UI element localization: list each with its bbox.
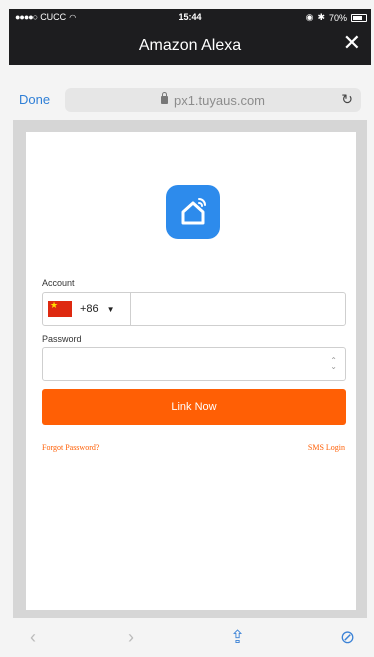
sms-login-link[interactable]: SMS Login — [308, 443, 345, 452]
window-title: Amazon Alexa — [138, 37, 242, 54]
close-button[interactable]: ✕ — [343, 32, 361, 54]
battery-icon — [351, 13, 367, 22]
account-field[interactable]: +86 ▼ — [42, 292, 346, 326]
stepper-icon: ⌃ ⌄ — [330, 356, 337, 371]
china-flag-icon — [48, 300, 72, 317]
screen: ●●●●○ CUCC ◠ 15:44 ◉ ✱ 70% Amazon Alexa … — [0, 0, 374, 657]
reload-icon[interactable]: ↻ — [341, 91, 353, 108]
browser-toolbar: ‹ › ⇪ ⊘ — [0, 622, 374, 657]
chevron-right-icon[interactable]: › — [128, 627, 134, 648]
country-code-selector[interactable]: +86 ▼ — [43, 293, 131, 325]
battery-percent: 70% — [328, 12, 347, 23]
app-logo — [166, 185, 220, 239]
url-field[interactable]: px1.tuyaus.com ↻ — [65, 88, 361, 112]
share-icon[interactable]: ⇪ — [230, 627, 245, 648]
chevron-left-icon[interactable]: ‹ — [30, 627, 36, 648]
caret-down-icon: ▼ — [106, 304, 115, 314]
password-label: Password — [42, 334, 82, 344]
title-bar: ●●●●○ CUCC ◠ 15:44 ◉ ✱ 70% Amazon Alexa … — [9, 9, 371, 65]
bluetooth-icon: ✱ — [317, 12, 325, 22]
status-bar: ●●●●○ CUCC ◠ 15:44 ◉ ✱ 70% — [9, 9, 371, 27]
lock-icon — [160, 92, 168, 104]
link-now-button[interactable]: Link Now — [42, 389, 346, 425]
status-right: ◉ ✱ 70% — [306, 12, 367, 23]
browser-url-bar: Done px1.tuyaus.com ↻ — [9, 84, 371, 116]
country-code: +86 — [80, 303, 99, 315]
done-button[interactable]: Done — [19, 92, 50, 107]
home-wifi-icon — [181, 198, 206, 225]
login-page: Account +86 ▼ Password ⌃⌄ Link Now Forgo… — [26, 132, 356, 610]
forgot-password-link[interactable]: Forgot Password? — [42, 443, 99, 452]
password-field[interactable]: ⌃ ⌄ — [42, 347, 346, 381]
account-label: Account — [42, 278, 75, 288]
compass-icon[interactable]: ⊘ — [340, 627, 355, 648]
url-text: px1.tuyaus.com — [173, 92, 266, 108]
location-icon: ◉ — [305, 12, 314, 22]
